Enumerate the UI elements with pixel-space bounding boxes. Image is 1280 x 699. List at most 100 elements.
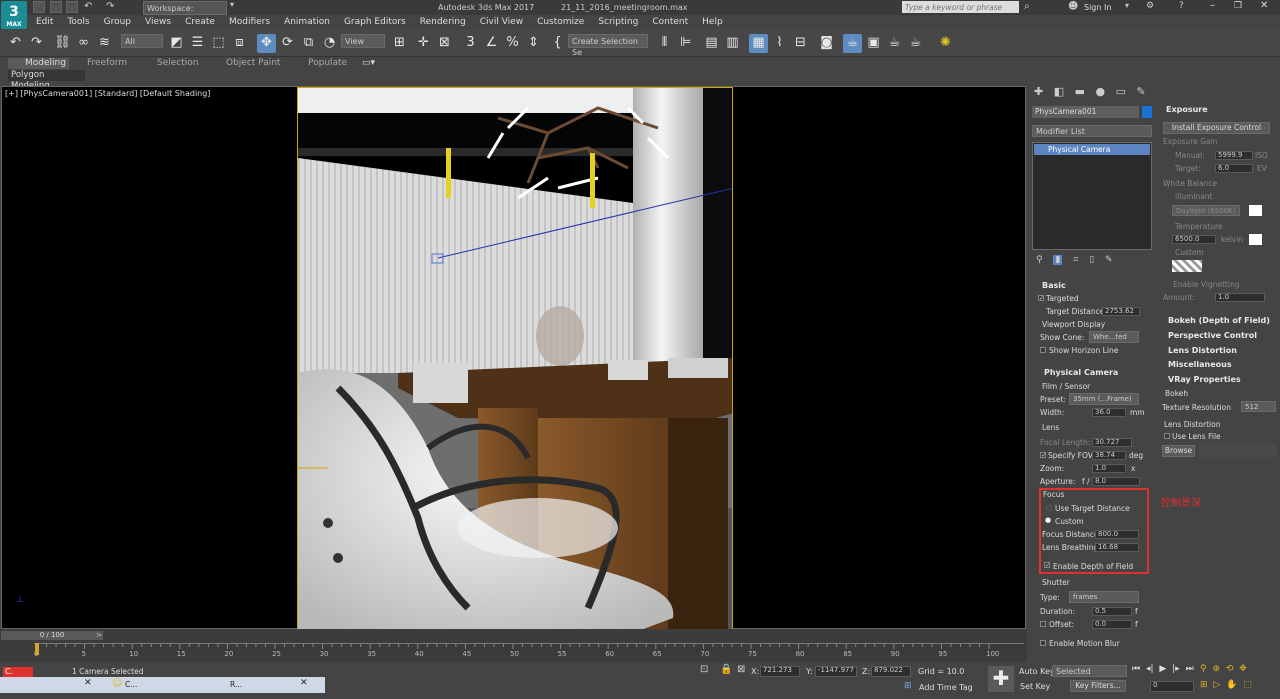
link-icon[interactable]: ⛓ (53, 34, 72, 53)
width-spinner[interactable]: 36.0 (1092, 408, 1126, 417)
x-coordinate-field[interactable]: 721.273 (760, 666, 800, 677)
bokeh-rollout-header[interactable]: Bokeh (Depth of Field) (1168, 316, 1270, 325)
spinner-snap-icon[interactable]: ⇕ (524, 34, 543, 53)
modifier-stack[interactable]: Physical Camera (1032, 142, 1152, 250)
snaps-toggle-icon[interactable]: 3 (461, 34, 480, 53)
search-icon[interactable]: ⌕ (1024, 1, 1030, 12)
curve-editor-icon[interactable]: ⌇ (770, 34, 789, 53)
key-mode-dropdown[interactable]: Selected (1052, 665, 1127, 677)
menu-rendering[interactable]: Rendering (412, 15, 472, 27)
lock-selection-icon[interactable]: 🔒 (720, 664, 732, 675)
user-icon[interactable]: ☻ (1068, 1, 1078, 12)
tab-selection[interactable]: Selection (157, 58, 198, 69)
lens-distortion-rollout-header[interactable]: Lens Distortion (1168, 346, 1237, 355)
rotate-icon[interactable]: ⟳ (278, 34, 297, 53)
show-horizon-checkbox[interactable] (1040, 347, 1046, 353)
menu-group[interactable]: Group (96, 15, 137, 27)
task-app-icon[interactable]: ☺ (112, 678, 122, 689)
show-cone-dropdown[interactable]: Whe...ted (1089, 331, 1139, 343)
task-close-icon[interactable]: ✕ (84, 678, 92, 688)
layer-explorer-icon[interactable]: ▥ (723, 34, 742, 53)
amount-spinner[interactable]: 1.0 (1215, 293, 1265, 302)
tab-freeform[interactable]: Freeform (87, 58, 127, 69)
tab-modeling[interactable]: Modeling (25, 58, 66, 69)
place-icon[interactable]: ◔ (320, 34, 339, 53)
aperture-spinner[interactable]: 8.0 (1092, 477, 1140, 486)
set-key-icon[interactable]: ✚ (988, 666, 1014, 692)
illuminant-swatch[interactable] (1249, 205, 1262, 216)
task-c-label[interactable]: C... (125, 680, 137, 689)
menu-animation[interactable]: Animation (276, 15, 336, 27)
named-selection-dropdown[interactable]: Create Selection Se (568, 34, 648, 57)
open-file-icon[interactable] (50, 1, 62, 13)
redo-icon[interactable]: ↷ (106, 1, 114, 12)
undo-icon[interactable]: ↶ (6, 34, 25, 53)
use-lens-file-checkbox[interactable] (1164, 433, 1170, 439)
focal-length-spinner[interactable]: 30.727 (1092, 438, 1132, 447)
targeted-checkbox[interactable]: ✓ (1038, 295, 1044, 302)
scale-icon[interactable]: ⧉ (299, 34, 318, 53)
isolate-icon[interactable]: ⊡ (700, 664, 708, 675)
scene-explorer-icon[interactable]: ▤ (702, 34, 721, 53)
z-coordinate-field[interactable]: 879.022 (871, 666, 911, 677)
texture-resolution-dropdown[interactable]: 512 (1241, 401, 1276, 412)
percent-snap-icon[interactable]: % (503, 34, 522, 53)
auto-key-button[interactable]: Auto Key (1019, 667, 1055, 676)
menu-scripting[interactable]: Scripting (590, 15, 644, 27)
material-editor-icon[interactable]: ◙ (817, 34, 836, 53)
unlink-icon[interactable]: ∞ (74, 34, 93, 53)
window-crossing-icon[interactable]: ⧈ (230, 34, 249, 53)
cart-icon[interactable]: ⚙ (1146, 1, 1154, 11)
lens-breathing-spinner[interactable]: 16.68 (1095, 543, 1139, 552)
menu-views[interactable]: Views (137, 15, 177, 27)
angle-snap-icon[interactable]: ∠ (482, 34, 501, 53)
close-icon[interactable]: ✕ (1260, 0, 1268, 11)
viewport-nav-controls-2[interactable]: ⊞ ▷ ✋ ⬚ (1200, 680, 1252, 690)
task-r-label[interactable]: R... (230, 680, 242, 689)
viewport-label[interactable]: [+] [PhysCamera001] [Standard] [Default … (5, 89, 210, 98)
browse-button[interactable]: Browse (1162, 445, 1195, 457)
render-production-icon[interactable]: ☕ (885, 34, 904, 53)
tab-object-paint[interactable]: Object Paint (226, 58, 280, 69)
time-tag-icon[interactable]: ⊞ (904, 681, 912, 691)
object-color-swatch[interactable] (1142, 106, 1152, 118)
menu-civil-view[interactable]: Civil View (472, 15, 529, 27)
add-time-tag-button[interactable]: Add Time Tag (919, 683, 973, 692)
chevron-down-icon[interactable]: ▾ (1125, 1, 1129, 10)
schematic-view-icon[interactable]: ⊟ (791, 34, 810, 53)
menu-modifiers[interactable]: Modifiers (221, 15, 276, 27)
offset-spinner[interactable]: 0.0 (1092, 620, 1132, 629)
mirror-icon[interactable]: ⫴ (655, 34, 674, 53)
tab-populate[interactable]: Populate (308, 58, 347, 69)
target-distance-spinner[interactable]: 2753.62 (1102, 307, 1140, 316)
time-slider[interactable]: 0 / 100 (1, 631, 103, 640)
polygon-modeling-panel[interactable]: Polygon Modeling (8, 70, 85, 91)
keyboard-shortcut-icon[interactable]: ⊠ (435, 34, 454, 53)
restore-icon[interactable]: ❐ (1234, 1, 1242, 11)
search-input[interactable] (902, 1, 1019, 13)
render-setup-icon[interactable]: ☕ (843, 34, 862, 53)
miscellaneous-rollout-header[interactable]: Miscellaneous (1168, 360, 1232, 369)
shutter-type-dropdown[interactable]: frames (1069, 591, 1139, 603)
temperature-swatch[interactable] (1249, 234, 1262, 245)
target-spinner[interactable]: 6.0 (1215, 164, 1253, 173)
key-filters-button[interactable]: Key Filters... (1070, 680, 1126, 692)
menu-edit[interactable]: Edit (28, 15, 59, 27)
align-icon[interactable]: ⊫ (676, 34, 695, 53)
task-close-icon[interactable]: ✕ (300, 678, 308, 688)
physical-camera-rollout-header[interactable]: Physical Camera (1044, 368, 1118, 377)
focus-distance-spinner[interactable]: 800.0 (1095, 530, 1139, 539)
motion-blur-checkbox[interactable] (1040, 640, 1046, 646)
app-logo-icon[interactable]: 3 MAX (1, 1, 27, 29)
minimize-icon[interactable]: – (1210, 0, 1215, 11)
custom-radio[interactable]: ● (1045, 516, 1051, 524)
temperature-spinner[interactable]: 6500.0 (1172, 235, 1216, 244)
menu-graph-editors[interactable]: Graph Editors (336, 15, 412, 27)
basic-rollout-header[interactable]: Basic (1042, 281, 1066, 290)
duration-spinner[interactable]: 0.5 (1092, 607, 1132, 616)
sign-in-link[interactable]: Sign In (1084, 3, 1111, 12)
menu-content[interactable]: Content (644, 15, 694, 27)
undo-icon[interactable]: ↶ (84, 1, 92, 12)
manual-spinner[interactable]: 5999.9 (1215, 151, 1253, 160)
edit-named-selection-icon[interactable]: { (548, 34, 567, 53)
